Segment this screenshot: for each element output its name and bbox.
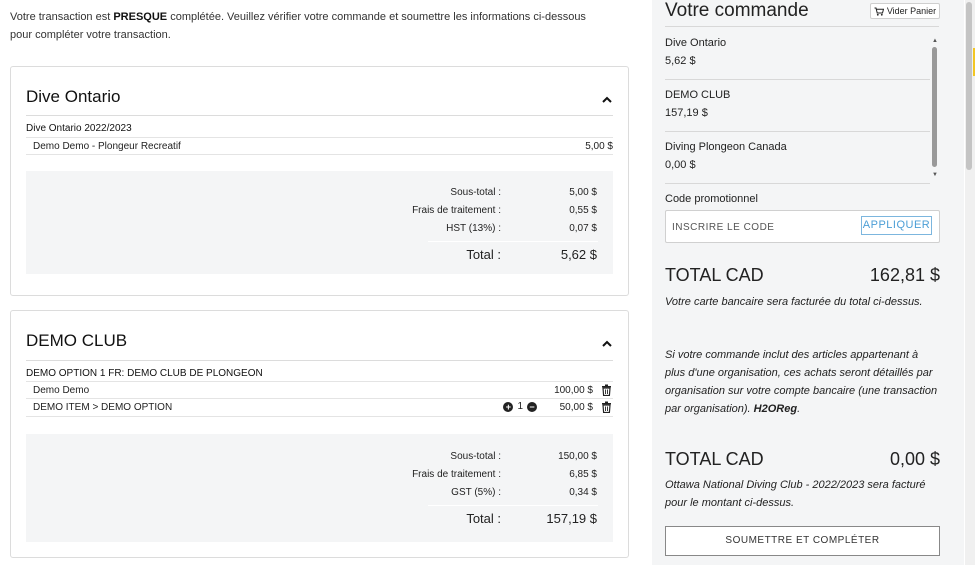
total-value: 0,00 $: [889, 449, 940, 469]
total-label: TOTAL CAD: [665, 265, 764, 285]
brand-name: H2OReg: [753, 403, 798, 415]
item-name: DEMO ITEM > DEMO OPTION: [33, 402, 173, 413]
multi-org-note: Si votre commande inclut des articles ap…: [665, 349, 938, 415]
order-item-price: 0,00 $: [665, 159, 696, 171]
clear-cart-button[interactable]: Vider Panier: [870, 3, 940, 19]
order-item-name: Dive Ontario: [665, 37, 727, 49]
item-price: 5,00 $: [585, 141, 613, 152]
order-item-name: Diving Plongeon Canada: [665, 141, 787, 153]
group-title: DEMO OPTION 1 FR: DEMO CLUB DE PLONGEON: [26, 368, 263, 379]
summary-divider: [428, 241, 598, 242]
chevron-up-icon[interactable]: [602, 95, 612, 105]
order-list-scrollbar[interactable]: ▲ ▼: [931, 38, 939, 183]
org-section-demo-club: DEMO CLUB DEMO OPTION 1 FR: DEMO CLUB DE…: [10, 310, 629, 558]
section-title: Dive Ontario: [26, 87, 121, 106]
order-title: Votre commande: [665, 0, 809, 21]
page-scroll-thumb[interactable]: [966, 2, 972, 170]
chevron-up-icon[interactable]: [602, 339, 612, 349]
order-item-name: DEMO CLUB: [665, 89, 731, 101]
order-item: Dive Ontario 5,62 $: [665, 28, 930, 80]
quantity-value: 1: [517, 401, 523, 412]
intro-emphasis: PRESQUE: [113, 11, 168, 23]
promo-code-box: APPLIQUER: [665, 210, 940, 243]
line-item: Demo Demo - Plongeur Recreatif 5,00 $: [26, 137, 613, 155]
line-item: Demo Demo 100,00 $: [26, 381, 613, 399]
item-price: 50,00 $: [559, 402, 593, 413]
item-name: Demo Demo - Plongeur Recreatif: [33, 141, 181, 152]
trash-icon[interactable]: [601, 401, 612, 413]
order-item: Diving Plongeon Canada 0,00 $: [665, 132, 930, 184]
plus-circle-icon[interactable]: +: [503, 401, 514, 412]
minus-circle-icon[interactable]: −: [527, 401, 537, 412]
org-section-dive-ontario: Dive Ontario Dive Ontario 2022/2023 Demo…: [10, 66, 629, 296]
divider: [26, 360, 613, 361]
order-item-price: 5,62 $: [665, 55, 696, 67]
org-billing-note: Ottawa National Diving Club - 2022/2023 …: [665, 479, 926, 509]
promo-label: Code promotionnel: [665, 193, 758, 205]
order-item: DEMO CLUB 157,19 $: [665, 80, 930, 132]
scroll-down-arrow-icon[interactable]: ▼: [931, 172, 939, 178]
order-panel: Votre commande Vider Panier Dive Ontario…: [652, 0, 964, 565]
apply-promo-button[interactable]: APPLIQUER: [861, 216, 932, 235]
page-scrollbar[interactable]: [965, 0, 975, 565]
checkout-main: Votre transaction est PRESQUE complétée.…: [0, 0, 650, 565]
section-title: DEMO CLUB: [26, 331, 128, 350]
quantity-stepper: + 1 −: [503, 401, 537, 412]
order-item-price: 157,19 $: [665, 107, 708, 119]
scroll-thumb[interactable]: [932, 47, 937, 167]
submit-button[interactable]: SOUMETTRE ET COMPLÉTER: [665, 526, 940, 556]
scroll-up-arrow-icon[interactable]: ▲: [931, 38, 939, 44]
divider: [665, 26, 939, 27]
line-item: DEMO ITEM > DEMO OPTION + 1 − 50,00 $: [26, 399, 613, 417]
total-label: TOTAL CAD: [665, 449, 764, 469]
item-name: Demo Demo: [33, 385, 90, 396]
billing-note: Votre carte bancaire sera facturée du to…: [665, 296, 923, 308]
summary-divider: [428, 505, 598, 506]
item-price: 100,00 $: [554, 385, 593, 396]
promo-code-input[interactable]: [672, 219, 852, 235]
cart-icon: [874, 7, 884, 16]
section-summary: Sous-total :5,00 $ Frais de traitement :…: [26, 171, 613, 274]
intro-text: Votre transaction est PRESQUE complétée.…: [10, 11, 586, 41]
clear-cart-label: Vider Panier: [886, 6, 937, 16]
divider: [26, 115, 613, 116]
group-title: Dive Ontario 2022/2023: [26, 123, 132, 134]
trash-icon[interactable]: [601, 384, 612, 396]
section-summary: Sous-total :150,00 $ Frais de traitement…: [26, 434, 613, 542]
total-value: 162,81 $: [869, 265, 940, 285]
order-items-list[interactable]: Dive Ontario 5,62 $ DEMO CLUB 157,19 $ D…: [665, 28, 939, 185]
